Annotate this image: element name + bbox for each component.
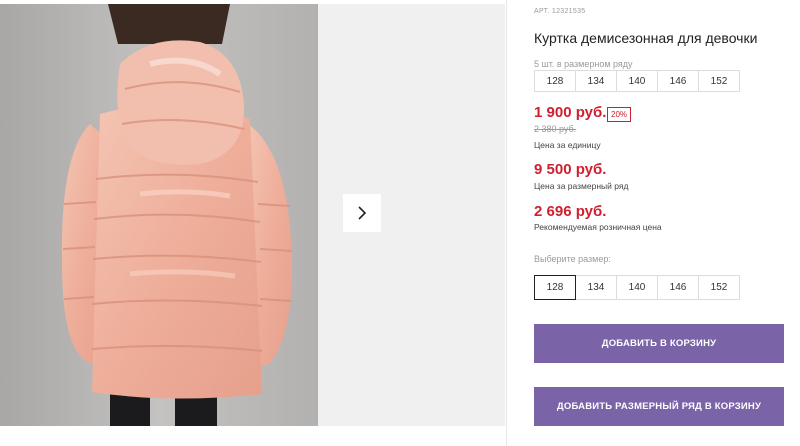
pack-size-cell: 146 <box>657 70 699 92</box>
discount-badge: 20% <box>607 107 632 122</box>
pack-price-label: Цена за размерный ряд <box>534 181 629 191</box>
article-number: АРТ. 12321535 <box>534 8 586 15</box>
size-option-140[interactable]: 140 <box>616 275 658 300</box>
size-option-152[interactable]: 152 <box>698 275 740 300</box>
pack-size-cell: 128 <box>534 70 576 92</box>
unit-price-label: Цена за единицу <box>534 140 601 150</box>
product-title: Куртка демисезонная для девочки <box>534 30 758 46</box>
next-image-button[interactable] <box>343 194 381 232</box>
add-pack-to-cart-button[interactable]: ДОБАВИТЬ РАЗМЕРНЫЙ РЯД В КОРЗИНУ <box>534 387 784 426</box>
pack-size-cell: 152 <box>698 70 740 92</box>
add-to-cart-button[interactable]: ДОБАВИТЬ В КОРЗИНУ <box>534 324 784 363</box>
size-option-128[interactable]: 128 <box>534 275 576 300</box>
pack-size-cell: 134 <box>575 70 617 92</box>
pack-size-cell: 140 <box>616 70 658 92</box>
product-gallery <box>0 0 507 446</box>
chevron-right-icon <box>358 206 367 220</box>
retail-price: 2 696 руб. <box>534 203 607 220</box>
column-divider <box>506 0 507 446</box>
jacket-image <box>0 4 318 426</box>
pack-sizes-row: 128 134 140 146 152 <box>534 70 740 92</box>
unit-price: 1 900 руб. <box>534 104 607 121</box>
retail-price-label: Рекомендуемая розничная цена <box>534 222 662 232</box>
pack-price: 9 500 руб. <box>534 161 607 178</box>
product-photo[interactable] <box>0 4 318 426</box>
size-option-146[interactable]: 146 <box>657 275 699 300</box>
size-select-label: Выберите размер: <box>534 254 611 264</box>
size-selector: 128 134 140 146 152 <box>534 275 740 300</box>
size-option-134[interactable]: 134 <box>575 275 617 300</box>
pack-size-label: 5 шт. в размерном ряду <box>534 59 633 69</box>
old-price: 2 380 руб. <box>534 124 577 134</box>
